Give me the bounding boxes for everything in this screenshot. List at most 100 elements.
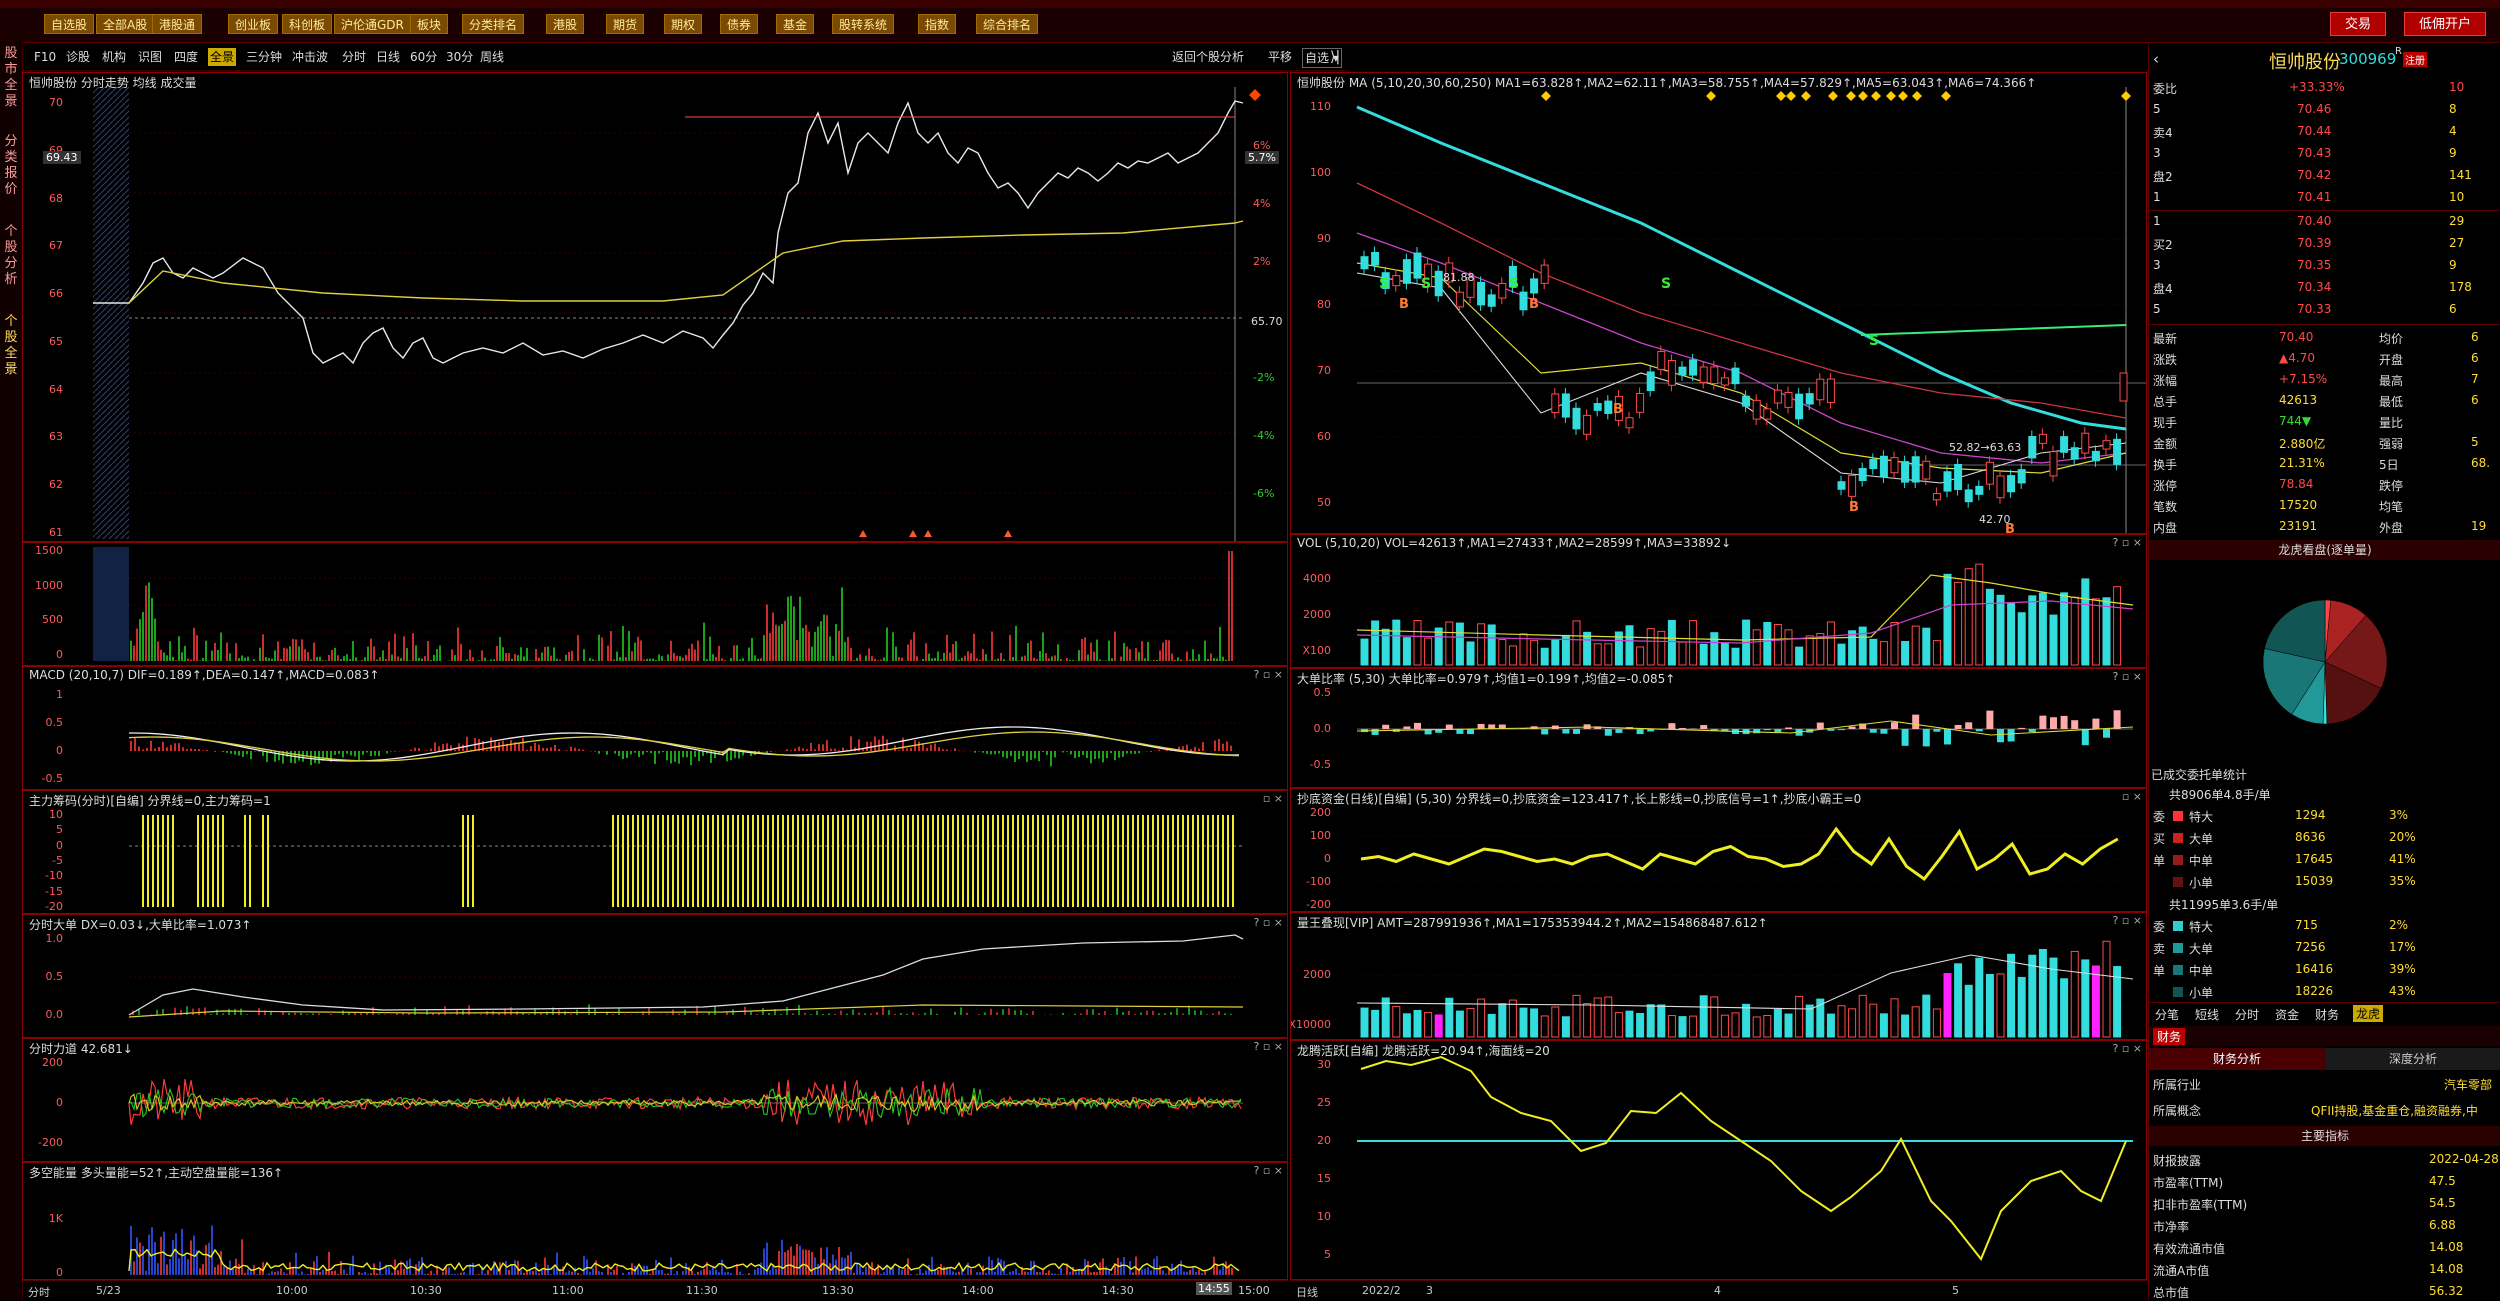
kingvol-bar xyxy=(1944,974,1951,1037)
tab-finance[interactable]: 财务 xyxy=(2315,1006,2339,1023)
tool-60min[interactable]: 60分 xyxy=(408,48,439,66)
stat-label: 5日 xyxy=(2379,456,2399,473)
menu-item-watchlist[interactable]: 自选股 xyxy=(44,14,94,34)
tool-panorama[interactable]: 全景 xyxy=(208,48,236,66)
tool-f10[interactable]: F10 xyxy=(32,48,58,66)
kingvol-bar xyxy=(1456,1011,1463,1037)
kingvol-bar xyxy=(1785,1014,1792,1037)
tool-daily[interactable]: 日线 xyxy=(374,48,402,66)
intraday-force-chart[interactable] xyxy=(23,1039,1288,1162)
kingvol-bar xyxy=(1711,997,1718,1037)
intraday-price-chart[interactable] xyxy=(23,73,1288,542)
menu-item-all-a[interactable]: 全部A股 xyxy=(96,14,154,34)
menu-item-hk-connect[interactable]: 港股通 xyxy=(152,14,202,34)
group-label: 单 xyxy=(2153,852,2165,869)
trade-button[interactable]: 交易 xyxy=(2330,12,2386,36)
volume-bar xyxy=(1435,628,1442,665)
signal-diamond xyxy=(1886,91,1896,101)
candle-body xyxy=(2120,373,2127,401)
time-tick: 11:00 xyxy=(552,1284,584,1297)
stat-label: 涨幅 xyxy=(2153,372,2177,389)
volume-bar xyxy=(1637,647,1644,665)
finance-label: 市盈率(TTM) xyxy=(2153,1174,2223,1191)
candle-body xyxy=(1944,472,1951,491)
menu-item-gdr[interactable]: 沪伦通GDR xyxy=(334,14,411,34)
ask-level-label: 3 xyxy=(2153,146,2161,160)
group-label: 委 xyxy=(2153,808,2165,825)
vtab-market-overview[interactable]: 股市全景 xyxy=(2,46,20,110)
daily-kingvol-chart[interactable] xyxy=(1291,913,2147,1040)
stat-label: 涨停 xyxy=(2153,477,2177,494)
daily-bigratio-chart[interactable] xyxy=(1291,669,2147,788)
volume-bar xyxy=(1859,627,1866,665)
tool-pattern[interactable]: 识图 xyxy=(136,48,164,66)
kingvol-bar xyxy=(1721,1015,1728,1037)
volume-bar xyxy=(1976,564,1983,665)
daily-kline-chart[interactable]: SSSSSBBBBB xyxy=(1291,73,2147,534)
menu-item-overall-rank[interactable]: 综合排名 xyxy=(976,14,1038,34)
tool-30min[interactable]: 30分 xyxy=(444,48,475,66)
kingvol-bar xyxy=(1637,1013,1644,1037)
tab-short[interactable]: 短线 xyxy=(2195,1006,2219,1023)
tool-fourdegree[interactable]: 四度 xyxy=(172,48,200,66)
open-account-button[interactable]: 低佣开户 xyxy=(2404,12,2486,36)
volume-bar xyxy=(1774,625,1781,665)
menu-item-options[interactable]: 期权 xyxy=(664,14,702,34)
sell-signal: S xyxy=(1661,276,1671,292)
candle-body xyxy=(2092,451,2099,460)
sell-signal: S xyxy=(1421,276,1431,292)
intraday-mode-label[interactable]: 分时 xyxy=(28,1284,50,1300)
intraday-volume-chart[interactable] xyxy=(23,543,1288,666)
deep-analysis-tab[interactable]: 深度分析 xyxy=(2325,1048,2500,1070)
flat-toggle[interactable]: 平移 xyxy=(1266,48,1294,66)
intraday-macd-chart[interactable] xyxy=(23,667,1288,790)
menu-item-funds[interactable]: 基金 xyxy=(776,14,814,34)
finance-tab[interactable]: 财务 xyxy=(2153,1028,2185,1045)
daily-volume-chart[interactable] xyxy=(1291,535,2147,668)
volume-bar xyxy=(1456,623,1463,665)
bid-level-volume: 27 xyxy=(2449,236,2464,250)
menu-item-bonds[interactable]: 债券 xyxy=(720,14,758,34)
menu-item-gem[interactable]: 创业板 xyxy=(228,14,278,34)
vtab-stock-panorama[interactable]: 个股全景 xyxy=(2,314,20,378)
vtab-stock-analysis[interactable]: 个股分析 xyxy=(2,224,20,288)
ask-level-price: 70.41 xyxy=(2297,190,2331,204)
tab-ticks[interactable]: 分笔 xyxy=(2155,1006,2179,1023)
ask-level-label: 盘2 xyxy=(2153,168,2173,185)
ask-level-label: 1 xyxy=(2153,190,2161,204)
tool-3min[interactable]: 三分钟 xyxy=(244,48,284,66)
menu-item-star[interactable]: 科创板 xyxy=(282,14,332,34)
menu-item-futures[interactable]: 期货 xyxy=(606,14,644,34)
collapse-icon[interactable]: ⟩| xyxy=(1328,48,1342,66)
menu-item-sector[interactable]: 板块 xyxy=(410,14,448,34)
ask-level-label: 5 xyxy=(2153,102,2161,116)
back-icon[interactable]: ‹ xyxy=(2153,50,2159,68)
percent-value: 17% xyxy=(2389,940,2416,954)
tool-institution[interactable]: 机构 xyxy=(100,48,128,66)
menu-item-hk[interactable]: 港股 xyxy=(546,14,584,34)
tool-impact[interactable]: 冲击波 xyxy=(290,48,330,66)
tool-intraday[interactable]: 分时 xyxy=(340,48,368,66)
menu-item-index[interactable]: 指数 xyxy=(918,14,956,34)
tool-diagnose[interactable]: 诊股 xyxy=(64,48,92,66)
daily-mode-label[interactable]: 日线 xyxy=(1296,1284,1318,1300)
buy-summary: 共11995单3.6手/单 xyxy=(2169,896,2278,913)
intraday-chip-chart[interactable] xyxy=(23,791,1288,914)
pie-title: 龙虎看盘(逐单量) xyxy=(2149,540,2500,560)
daily-bottomfund-chart[interactable] xyxy=(1291,789,2147,912)
finance-analysis-tab[interactable]: 财务分析 xyxy=(2149,1048,2325,1070)
intraday-bigorder-chart[interactable] xyxy=(23,915,1288,1038)
tab-dragon[interactable]: 龙虎 xyxy=(2353,1005,2383,1022)
tab-intraday[interactable]: 分时 xyxy=(2235,1006,2259,1023)
time-tick: 13:30 xyxy=(822,1284,854,1297)
tab-capital[interactable]: 资金 xyxy=(2275,1006,2299,1023)
menu-item-transfer[interactable]: 股转系统 xyxy=(832,14,894,34)
vtab-category-quotes[interactable]: 分类报价 xyxy=(2,134,20,198)
daily-dragon-chart[interactable] xyxy=(1291,1041,2147,1280)
tool-weekly[interactable]: 周线 xyxy=(478,48,506,66)
return-stock-analysis-link[interactable]: 返回个股分析 xyxy=(1170,48,1246,66)
kingvol-bar xyxy=(1658,1005,1665,1037)
intraday-energy-chart[interactable] xyxy=(23,1163,1288,1280)
volume-bar xyxy=(1870,639,1877,665)
menu-item-rank[interactable]: 分类排名 xyxy=(462,14,524,34)
